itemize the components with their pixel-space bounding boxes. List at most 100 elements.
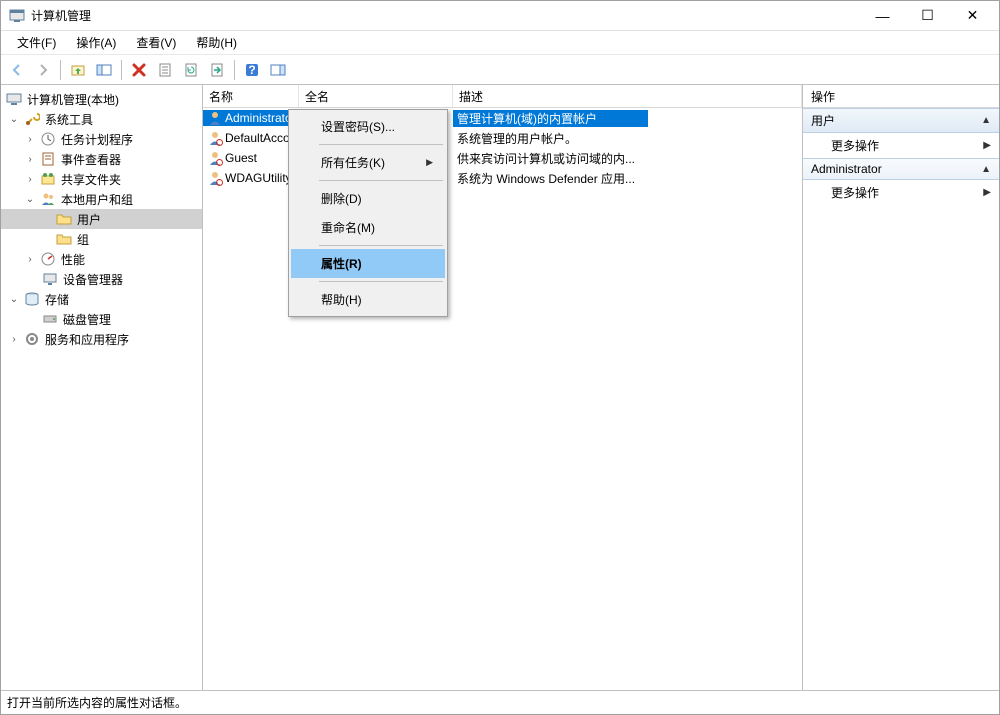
tree-pane[interactable]: 计算机管理(本地) ⌄ 系统工具 › 任务计划程序 › 事件查看器 › 共享文件…: [1, 85, 203, 690]
tree-shared-folders[interactable]: › 共享文件夹: [1, 169, 202, 189]
show-hide-tree-button[interactable]: [92, 58, 116, 82]
maximize-button[interactable]: ☐: [905, 1, 950, 31]
menu-help[interactable]: 帮助(H): [186, 32, 247, 53]
cm-set-password[interactable]: 设置密码(S)...: [291, 112, 445, 141]
expand-icon[interactable]: ›: [23, 174, 37, 185]
tree-label: 磁盘管理: [61, 311, 113, 328]
user-icon: [207, 130, 223, 146]
services-icon: [24, 331, 40, 347]
collapse-icon[interactable]: ⌄: [7, 114, 21, 125]
column-description[interactable]: 描述: [453, 85, 802, 107]
up-button[interactable]: [66, 58, 90, 82]
toolbar-separator: [121, 60, 122, 80]
toolbar-separator: [234, 60, 235, 80]
refresh-button[interactable]: [179, 58, 203, 82]
delete-button[interactable]: [127, 58, 151, 82]
expand-icon[interactable]: ›: [23, 154, 37, 165]
event-icon: [40, 151, 56, 167]
tree-local-users[interactable]: ⌄ 本地用户和组: [1, 189, 202, 209]
minimize-button[interactable]: —: [860, 1, 905, 31]
cell-name-text: Guest: [225, 151, 257, 165]
tree-device-manager[interactable]: 设备管理器: [1, 269, 202, 289]
tree-storage[interactable]: ⌄ 存储: [1, 289, 202, 309]
export-button[interactable]: [205, 58, 229, 82]
properties-button[interactable]: [153, 58, 177, 82]
share-icon: [40, 171, 56, 187]
cm-label: 属性(R): [321, 255, 362, 272]
user-icon: [207, 110, 223, 126]
tree-groups[interactable]: 组: [1, 229, 202, 249]
action-more-users[interactable]: 更多操作 ▶: [803, 133, 999, 158]
statusbar: 打开当前所选内容的属性对话框。: [1, 690, 999, 714]
submenu-icon: ▶: [426, 157, 433, 168]
svg-text:?: ?: [248, 63, 255, 77]
close-button[interactable]: ✕: [950, 1, 995, 31]
cell-description: 系统为 Windows Defender 应用...: [453, 170, 648, 187]
submenu-icon: ▶: [983, 187, 991, 198]
back-button[interactable]: [5, 58, 29, 82]
cell-name: Guest: [203, 150, 299, 166]
tree-services[interactable]: › 服务和应用程序: [1, 329, 202, 349]
action-more-admin[interactable]: 更多操作 ▶: [803, 180, 999, 205]
cm-separator: [319, 144, 443, 145]
actions-section-label: 用户: [811, 112, 835, 129]
tree-task-scheduler[interactable]: › 任务计划程序: [1, 129, 202, 149]
tree-system-tools[interactable]: ⌄ 系统工具: [1, 109, 202, 129]
menu-file[interactable]: 文件(F): [7, 32, 66, 53]
cm-label: 设置密码(S)...: [321, 118, 395, 135]
cm-help[interactable]: 帮助(H): [291, 285, 445, 314]
actions-section-users[interactable]: 用户 ▲: [803, 108, 999, 133]
cm-all-tasks[interactable]: 所有任务(K)▶: [291, 148, 445, 177]
expand-icon[interactable]: ›: [7, 334, 21, 345]
context-menu: 设置密码(S)... 所有任务(K)▶ 删除(D) 重命名(M) 属性(R) 帮…: [288, 109, 448, 317]
folder-icon: [56, 211, 72, 227]
users-icon: [40, 191, 56, 207]
cm-delete[interactable]: 删除(D): [291, 184, 445, 213]
toolbar: ?: [1, 55, 999, 85]
cm-separator: [319, 180, 443, 181]
collapse-icon[interactable]: ▲: [981, 164, 991, 175]
tree-event-viewer[interactable]: › 事件查看器: [1, 149, 202, 169]
workspace: 计算机管理(本地) ⌄ 系统工具 › 任务计划程序 › 事件查看器 › 共享文件…: [1, 85, 999, 690]
expand-icon[interactable]: ›: [23, 254, 37, 265]
tree-root[interactable]: 计算机管理(本地): [1, 89, 202, 109]
submenu-icon: ▶: [983, 140, 991, 151]
tree-users[interactable]: 用户: [1, 209, 202, 229]
cell-name: DefaultAccount: [203, 130, 299, 146]
column-name[interactable]: 名称: [203, 85, 299, 107]
folder-icon: [56, 231, 72, 247]
disk-icon: [42, 311, 58, 327]
cm-label: 重命名(M): [321, 219, 375, 236]
cm-rename[interactable]: 重命名(M): [291, 213, 445, 242]
collapse-icon[interactable]: ⌄: [7, 294, 21, 305]
tree-label: 服务和应用程序: [43, 331, 131, 348]
cm-separator: [319, 245, 443, 246]
app-icon: [9, 8, 25, 24]
tree-label: 性能: [59, 251, 87, 268]
cell-name: Administrator: [203, 110, 299, 126]
window-title: 计算机管理: [31, 7, 860, 24]
menu-action[interactable]: 操作(A): [66, 32, 126, 53]
collapse-icon[interactable]: ▲: [981, 115, 991, 126]
cm-properties[interactable]: 属性(R): [291, 249, 445, 278]
tree-label: 共享文件夹: [59, 171, 123, 188]
cm-separator: [319, 281, 443, 282]
list-header: 名称 全名 描述: [203, 85, 802, 108]
user-icon: [207, 150, 223, 166]
tools-icon: [24, 111, 40, 127]
expand-icon[interactable]: ›: [23, 134, 37, 145]
computer-icon: [6, 91, 22, 107]
menu-view[interactable]: 查看(V): [126, 32, 186, 53]
help-button[interactable]: ?: [240, 58, 264, 82]
tree-label: 设备管理器: [61, 271, 125, 288]
forward-button[interactable]: [31, 58, 55, 82]
tree-performance[interactable]: › 性能: [1, 249, 202, 269]
tree-disk-mgmt[interactable]: 磁盘管理: [1, 309, 202, 329]
collapse-icon[interactable]: ⌄: [23, 194, 37, 205]
status-text: 打开当前所选内容的属性对话框。: [7, 694, 187, 711]
column-fullname[interactable]: 全名: [299, 85, 453, 107]
cell-description: 系统管理的用户帐户。: [453, 130, 648, 147]
actions-section-admin[interactable]: Administrator ▲: [803, 158, 999, 180]
cell-name-text: Administrator: [225, 111, 296, 125]
show-action-pane-button[interactable]: [266, 58, 290, 82]
